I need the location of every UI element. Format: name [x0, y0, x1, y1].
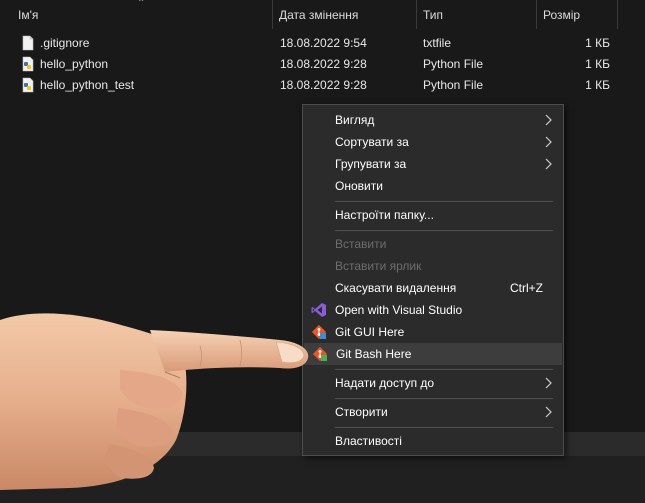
- menu-item-label: Open with Visual Studio: [335, 303, 463, 317]
- column-header-type[interactable]: Тип: [417, 0, 535, 29]
- menu-separator: [335, 369, 553, 370]
- menu-item-view[interactable]: Вигляд: [303, 109, 563, 131]
- file-name: hello_python_test: [40, 78, 135, 92]
- menu-item-give-access[interactable]: Надати доступ до: [303, 372, 563, 394]
- menu-item-refresh[interactable]: Оновити: [303, 175, 563, 197]
- menu-item-label: Git GUI Here: [335, 325, 405, 339]
- chevron-right-icon: [545, 406, 552, 418]
- file-date: 18.08.2022 9:28: [280, 57, 367, 71]
- menu-separator: [335, 398, 553, 399]
- file-date: 18.08.2022 9:54: [280, 36, 367, 50]
- menu-item-properties[interactable]: Властивості: [303, 430, 563, 452]
- column-header-bar: Ім'я ⌃ Дата змінення Тип Розмір: [0, 0, 645, 29]
- menu-separator: [335, 201, 553, 202]
- column-header-size[interactable]: Розмір: [537, 0, 617, 29]
- file-type: txtfile: [423, 36, 452, 50]
- menu-item-label: Сортувати за: [335, 135, 409, 149]
- column-header-date[interactable]: Дата змінення: [273, 0, 415, 29]
- chevron-right-icon: [545, 114, 552, 126]
- pointing-hand-image: [0, 313, 309, 490]
- menu-item-label: Вставити: [335, 237, 387, 251]
- menu-item-customize-folder[interactable]: Настроїти папку...: [303, 204, 563, 226]
- file-type: Python File: [423, 57, 484, 71]
- sort-ascending-icon: ⌃: [137, 0, 146, 9]
- menu-item-paste-shortcut: Вставити ярлик: [303, 255, 563, 277]
- menu-item-undo-delete[interactable]: Скасувати видалення Ctrl+Z: [303, 277, 563, 299]
- menu-item-label: Групувати за: [335, 157, 407, 171]
- git-bash-icon: [312, 346, 328, 362]
- chevron-right-icon: [545, 136, 552, 148]
- file-name: .gitignore: [40, 36, 90, 50]
- python-file-icon: [22, 77, 34, 93]
- file-row[interactable]: .gitignore 18.08.2022 9:54 txtfile 1 КБ: [0, 33, 645, 54]
- menu-item-open-visual-studio[interactable]: Open with Visual Studio: [303, 299, 563, 321]
- visual-studio-icon: [311, 303, 326, 317]
- menu-item-new[interactable]: Створити: [303, 401, 563, 423]
- menu-item-git-bash[interactable]: Git Bash Here: [304, 343, 562, 365]
- menu-separator: [335, 230, 553, 231]
- menu-item-label: Надати доступ до: [335, 376, 435, 390]
- file-type: Python File: [423, 78, 484, 92]
- menu-item-label: Вигляд: [335, 113, 375, 127]
- menu-item-label: Скасувати видалення: [335, 281, 457, 295]
- text-file-icon: [22, 35, 34, 51]
- file-row[interactable]: hello_python 18.08.2022 9:28 Python File…: [0, 54, 645, 75]
- file-size: 1 КБ: [585, 36, 610, 50]
- keyboard-shortcut: Ctrl+Z: [510, 281, 543, 295]
- context-menu: Вигляд Сортувати за Групувати за Оновити…: [302, 104, 564, 456]
- menu-item-label: Вставити ярлик: [335, 259, 422, 273]
- file-size: 1 КБ: [585, 78, 610, 92]
- file-row[interactable]: hello_python_test 18.08.2022 9:28 Python…: [0, 75, 645, 96]
- menu-item-label: Створити: [335, 405, 388, 419]
- chevron-right-icon: [545, 158, 552, 170]
- menu-item-paste: Вставити: [303, 233, 563, 255]
- menu-item-label: Git Bash Here: [336, 347, 412, 361]
- menu-item-git-gui[interactable]: Git GUI Here: [303, 321, 563, 343]
- file-name: hello_python: [40, 57, 109, 71]
- menu-item-sort-by[interactable]: Сортувати за: [303, 131, 563, 153]
- menu-separator: [335, 427, 553, 428]
- menu-item-label: Властивості: [335, 434, 402, 448]
- git-gui-icon: [311, 324, 327, 340]
- chevron-right-icon: [545, 377, 552, 389]
- menu-item-label: Оновити: [335, 179, 383, 193]
- file-date: 18.08.2022 9:28: [280, 78, 367, 92]
- menu-item-group-by[interactable]: Групувати за: [303, 153, 563, 175]
- menu-item-label: Настроїти папку...: [335, 208, 434, 222]
- python-file-icon: [22, 56, 34, 72]
- file-size: 1 КБ: [585, 57, 610, 71]
- column-divider[interactable]: [617, 0, 618, 29]
